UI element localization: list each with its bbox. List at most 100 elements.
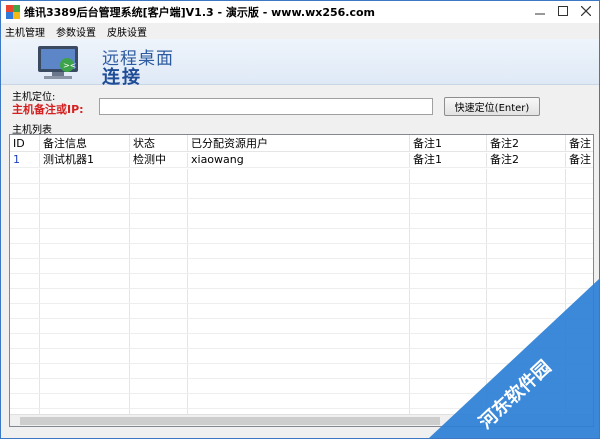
- empty-row: [10, 304, 593, 319]
- empty-cell: [40, 379, 130, 393]
- empty-cell: [40, 394, 130, 408]
- empty-cell: [10, 199, 40, 213]
- empty-cell: [40, 289, 130, 303]
- scrollbar-thumb[interactable]: [20, 417, 440, 425]
- empty-cell: [40, 334, 130, 348]
- col-header-remark2[interactable]: 备注2: [487, 135, 566, 151]
- app-window: 维讯3389后台管理系统[客户端]V1.3 - 演示版 - www.wx256.…: [0, 0, 600, 439]
- empty-cell: [487, 184, 566, 198]
- empty-cell: [410, 214, 487, 228]
- empty-cell: [10, 244, 40, 258]
- empty-cell: [130, 199, 188, 213]
- empty-row: [10, 229, 593, 244]
- empty-cell: [487, 169, 566, 183]
- col-header-remark[interactable]: 备注信息: [40, 135, 130, 151]
- col-header-id[interactable]: ID: [10, 135, 40, 151]
- close-icon[interactable]: [573, 1, 599, 21]
- col-header-remark3[interactable]: 备注: [566, 135, 593, 151]
- empty-cell: [487, 214, 566, 228]
- empty-cell: [40, 364, 130, 378]
- empty-cell: [188, 214, 410, 228]
- empty-cell: [487, 274, 566, 288]
- remote-desktop-icon: ><: [38, 46, 78, 79]
- locate-input[interactable]: [99, 98, 433, 115]
- horizontal-scrollbar[interactable]: [10, 414, 593, 426]
- empty-cell: [566, 229, 593, 243]
- empty-cell: [410, 379, 487, 393]
- cell-id: 1: [10, 153, 40, 167]
- empty-cell: [10, 379, 40, 393]
- empty-cell: [188, 349, 410, 363]
- empty-cell: [487, 349, 566, 363]
- menu-bar: 主机管理 参数设置 皮肤设置: [1, 23, 599, 39]
- empty-cell: [130, 244, 188, 258]
- empty-cell: [40, 214, 130, 228]
- empty-cell: [188, 319, 410, 333]
- menu-skin-settings[interactable]: 皮肤设置: [107, 24, 147, 39]
- empty-cell: [188, 259, 410, 273]
- empty-cell: [130, 169, 188, 183]
- quick-locate-button[interactable]: 快速定位(Enter): [444, 97, 540, 116]
- empty-cell: [188, 304, 410, 318]
- col-header-status[interactable]: 状态: [130, 135, 188, 151]
- empty-cell: [40, 184, 130, 198]
- empty-cell: [410, 184, 487, 198]
- empty-cell: [130, 184, 188, 198]
- empty-cell: [188, 394, 410, 408]
- empty-cell: [487, 199, 566, 213]
- empty-cell: [130, 319, 188, 333]
- empty-cell: [487, 319, 566, 333]
- empty-cell: [40, 319, 130, 333]
- empty-cell: [40, 349, 130, 363]
- empty-cell: [188, 169, 410, 183]
- cell-remark: 测试机器1: [40, 153, 130, 167]
- empty-row: [10, 199, 593, 214]
- empty-row: [10, 169, 593, 184]
- empty-cell: [130, 229, 188, 243]
- empty-cell: [566, 244, 593, 258]
- window-title: 维讯3389后台管理系统[客户端]V1.3 - 演示版 - www.wx256.…: [24, 6, 376, 19]
- empty-row: [10, 364, 593, 379]
- empty-cell: [410, 199, 487, 213]
- empty-cell: [566, 169, 593, 183]
- empty-cell: [566, 394, 593, 408]
- empty-cell: [410, 349, 487, 363]
- col-header-user[interactable]: 已分配资源用户: [188, 135, 410, 151]
- empty-cell: [130, 349, 188, 363]
- empty-cell: [10, 274, 40, 288]
- empty-cell: [188, 289, 410, 303]
- host-list[interactable]: ID 备注信息 状态 已分配资源用户 备注1 备注2 备注 1 测试机器1 检测…: [9, 134, 594, 427]
- empty-cell: [566, 304, 593, 318]
- empty-row: [10, 289, 593, 304]
- empty-cell: [487, 289, 566, 303]
- empty-row: [10, 319, 593, 334]
- empty-cell: [566, 334, 593, 348]
- empty-cell: [566, 379, 593, 393]
- empty-cell: [130, 334, 188, 348]
- empty-cell: [410, 319, 487, 333]
- empty-cell: [10, 184, 40, 198]
- empty-row: [10, 184, 593, 199]
- empty-cell: [487, 364, 566, 378]
- empty-cell: [130, 394, 188, 408]
- empty-cell: [188, 334, 410, 348]
- menu-host-manage[interactable]: 主机管理: [5, 24, 45, 39]
- empty-row: [10, 379, 593, 394]
- empty-cell: [566, 349, 593, 363]
- empty-row: [10, 394, 593, 409]
- col-header-remark1[interactable]: 备注1: [410, 135, 487, 151]
- table-row[interactable]: 1 测试机器1 检测中 xiaowang 备注1 备注2 备注: [10, 153, 593, 168]
- empty-cell: [188, 274, 410, 288]
- empty-cell: [410, 304, 487, 318]
- empty-cell: [10, 214, 40, 228]
- empty-cell: [410, 364, 487, 378]
- empty-cell: [130, 379, 188, 393]
- empty-cell: [40, 259, 130, 273]
- empty-cell: [487, 244, 566, 258]
- menu-param-settings[interactable]: 参数设置: [56, 24, 96, 39]
- title-bar[interactable]: 维讯3389后台管理系统[客户端]V1.3 - 演示版 - www.wx256.…: [1, 1, 599, 23]
- empty-cell: [10, 289, 40, 303]
- cell-status: 检测中: [130, 153, 188, 167]
- empty-cell: [40, 169, 130, 183]
- empty-cell: [410, 169, 487, 183]
